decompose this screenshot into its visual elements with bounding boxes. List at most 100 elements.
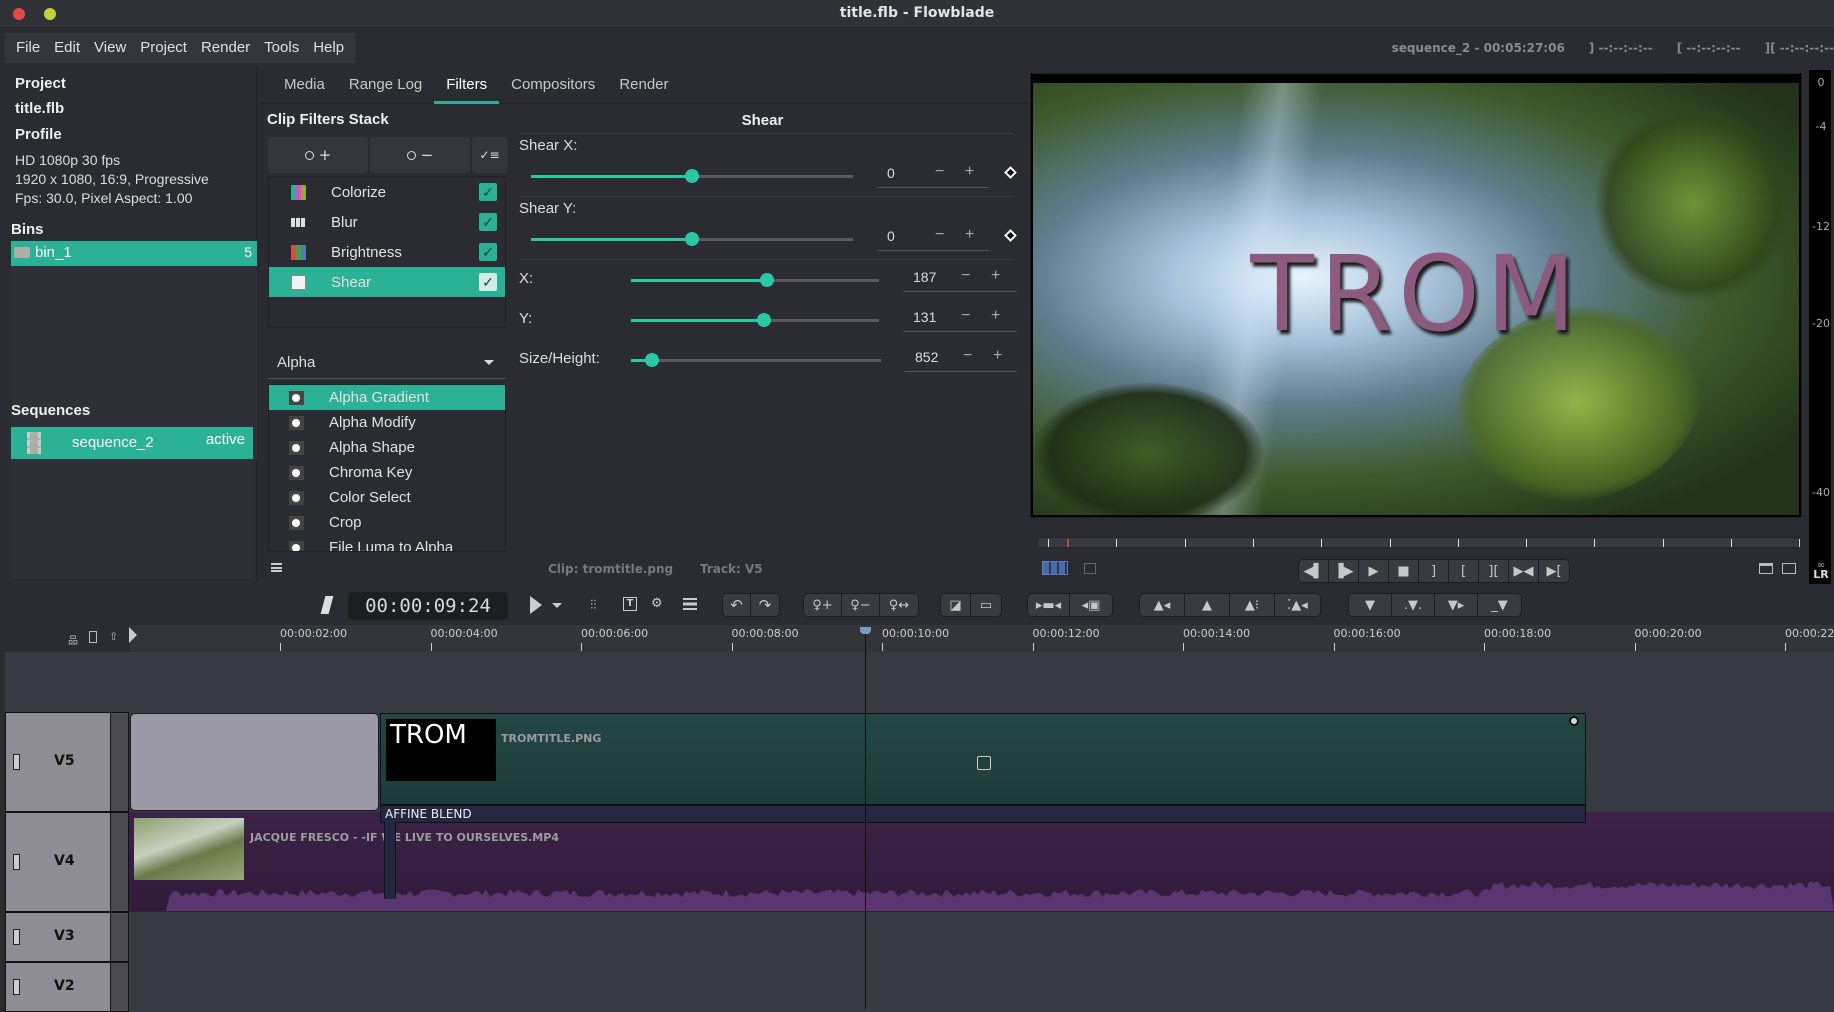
filter-stack-item[interactable]: Brightness ✓ — [269, 237, 505, 267]
increment-button[interactable]: + — [991, 267, 1000, 285]
x-spinbox[interactable]: 187 − + — [903, 266, 1017, 292]
tab-render[interactable]: Render — [607, 66, 680, 104]
menu-render[interactable]: Render — [194, 33, 257, 63]
filter-list-item[interactable]: Alpha Gradient — [269, 385, 505, 410]
filter-list-item[interactable]: Color Select — [269, 485, 505, 510]
position-playhead[interactable] — [1067, 539, 1069, 547]
size-height-spinbox[interactable]: 852 − + — [905, 346, 1017, 372]
shear-y-spinbox[interactable]: 0 − + — [877, 225, 989, 251]
size-height-slider[interactable] — [631, 353, 881, 367]
y-slider[interactable] — [631, 313, 879, 327]
bin-item[interactable]: bin_1 5 — [11, 241, 257, 266]
trim-view-icon[interactable] — [1782, 563, 1796, 574]
clear-marks-button[interactable]: ][ — [1479, 560, 1509, 582]
track-lock-icon[interactable] — [13, 754, 20, 770]
tab-media[interactable]: Media — [272, 66, 337, 104]
filter-list-item[interactable]: Crop — [269, 510, 505, 535]
decrement-button[interactable]: − — [961, 307, 970, 325]
filter-list-item[interactable]: File Luma to Alpha — [269, 535, 505, 551]
menu-project[interactable]: Project — [133, 33, 194, 63]
playhead-line[interactable] — [865, 628, 866, 1009]
decrement-button[interactable]: − — [935, 163, 944, 181]
append-button[interactable]: ▲ — [1185, 594, 1230, 616]
toggle-all-filters-button[interactable]: ✓≡ — [472, 137, 507, 173]
titler-icon[interactable]: T — [623, 597, 637, 611]
track-header-v5[interactable]: V5 — [5, 712, 111, 812]
decrement-button[interactable]: − — [935, 226, 944, 244]
menu-view[interactable]: View — [87, 33, 133, 63]
overwrite-range-btn[interactable]: .▼. — [1392, 594, 1435, 616]
increment-button[interactable]: + — [965, 163, 974, 181]
overwrite-clip-button[interactable]: ▼ — [1349, 594, 1392, 616]
shear-x-spinbox[interactable]: 0 − + — [877, 162, 989, 188]
timecode-display[interactable]: 00:00:09:24 — [348, 592, 508, 620]
zoom-in-button[interactable]: ♀+ — [804, 594, 842, 616]
compositor-mode-icon[interactable] — [683, 598, 697, 610]
hamburger-menu-icon[interactable] — [271, 563, 282, 572]
delete-range-button[interactable]: ◂▣ — [1070, 594, 1112, 616]
track-header-v4[interactable]: V4 — [5, 812, 111, 912]
pointer-tool-icon[interactable] — [530, 596, 542, 614]
increment-button[interactable]: + — [965, 226, 974, 244]
mark-out-button[interactable]: ] — [1419, 560, 1449, 582]
expand-tracks-icon[interactable] — [89, 631, 97, 643]
filter-stack-item-selected[interactable]: Shear ✓ — [269, 267, 505, 297]
keyframe-icon[interactable] — [1004, 229, 1017, 242]
filter-category-select[interactable]: Alpha — [268, 349, 506, 379]
filter-stack-item[interactable]: Colorize ✓ — [269, 177, 505, 207]
filter-stack-item[interactable]: Blur ✓ — [269, 207, 505, 237]
export-icon[interactable]: ⇧ — [109, 630, 118, 643]
filter-enabled-checkbox[interactable]: ✓ — [479, 273, 497, 291]
tab-filters[interactable]: Filters — [434, 66, 500, 104]
shear-x-slider[interactable] — [531, 169, 853, 183]
audio-sync-icon[interactable]: ⚙ — [651, 596, 663, 611]
increment-button[interactable]: + — [991, 307, 1000, 325]
track-lock-icon[interactable] — [13, 854, 20, 870]
track-lock-icon[interactable] — [13, 979, 20, 995]
prev-frame-button[interactable]: ◀▌ — [1299, 560, 1329, 582]
three-point-overwrite-button[interactable]: ▲⁝ — [1230, 594, 1275, 616]
undo-button[interactable]: ↶ — [723, 594, 751, 616]
tool-dropdown-chevron-icon[interactable] — [552, 603, 562, 608]
cut-button[interactable]: ◪ — [941, 594, 971, 616]
filter-list-item[interactable]: Alpha Modify — [269, 410, 505, 435]
keyframe-icon[interactable] — [1004, 166, 1017, 179]
menu-edit[interactable]: Edit — [47, 33, 87, 63]
filter-enabled-checkbox[interactable]: ✓ — [479, 183, 497, 201]
play-button[interactable]: ▶ — [1359, 560, 1389, 582]
y-spinbox[interactable]: 131 − + — [903, 306, 1017, 332]
compositor-clip[interactable]: AFFINE BLEND — [380, 805, 1586, 823]
insert-button[interactable]: ▲◂ — [1140, 594, 1185, 616]
lift-button[interactable]: ▸▬◂ — [1028, 594, 1070, 616]
playhead-handle[interactable] — [860, 627, 871, 634]
filter-enabled-checkbox[interactable]: ✓ — [479, 243, 497, 261]
timeline-ruler[interactable]: 00:00:02:00 00:00:04:00 00:00:06:00 00:00:0… — [130, 625, 1834, 652]
mixer-icon[interactable]: ⫶⫶ — [590, 598, 597, 613]
zoom-fit-button[interactable]: ♀↔ — [880, 594, 918, 616]
x-slider[interactable] — [631, 273, 879, 287]
to-mark-out-button[interactable]: ▶[ — [1539, 560, 1569, 582]
filter-list-item[interactable]: Chroma Key — [269, 460, 505, 485]
track-header-v2[interactable]: V2 — [5, 962, 111, 1012]
layout-icon[interactable] — [1759, 563, 1773, 574]
track-header-v3[interactable]: V3 — [5, 912, 111, 962]
overwrite-end-button[interactable]: _▼ — [1478, 594, 1521, 616]
increment-button[interactable]: + — [993, 347, 1002, 365]
video-monitor[interactable]: TROM — [1030, 73, 1802, 518]
track-height-icon[interactable]: 品 — [68, 632, 78, 647]
menu-tools[interactable]: Tools — [257, 33, 306, 63]
zoom-out-button[interactable]: ♀− — [842, 594, 880, 616]
overwrite-range-button[interactable]: ⁚▲◂ — [1275, 594, 1320, 616]
blank-clip[interactable] — [130, 713, 379, 811]
tab-compositors[interactable]: Compositors — [499, 66, 607, 104]
add-filter-button[interactable]: + — [268, 137, 368, 173]
razor-all-button[interactable]: ▭ — [971, 594, 1001, 616]
position-bar[interactable] — [1037, 537, 1801, 548]
shear-y-slider[interactable] — [531, 232, 853, 246]
tab-range-log[interactable]: Range Log — [337, 66, 434, 104]
track-lock-icon[interactable] — [13, 929, 20, 945]
title-clip[interactable]: TROM TROMTITLE.PNG — [380, 713, 1586, 805]
clip-monitor-icon[interactable] — [1084, 563, 1096, 574]
mark-in-button[interactable]: [ — [1449, 560, 1479, 582]
redo-button[interactable]: ↷ — [751, 594, 779, 616]
